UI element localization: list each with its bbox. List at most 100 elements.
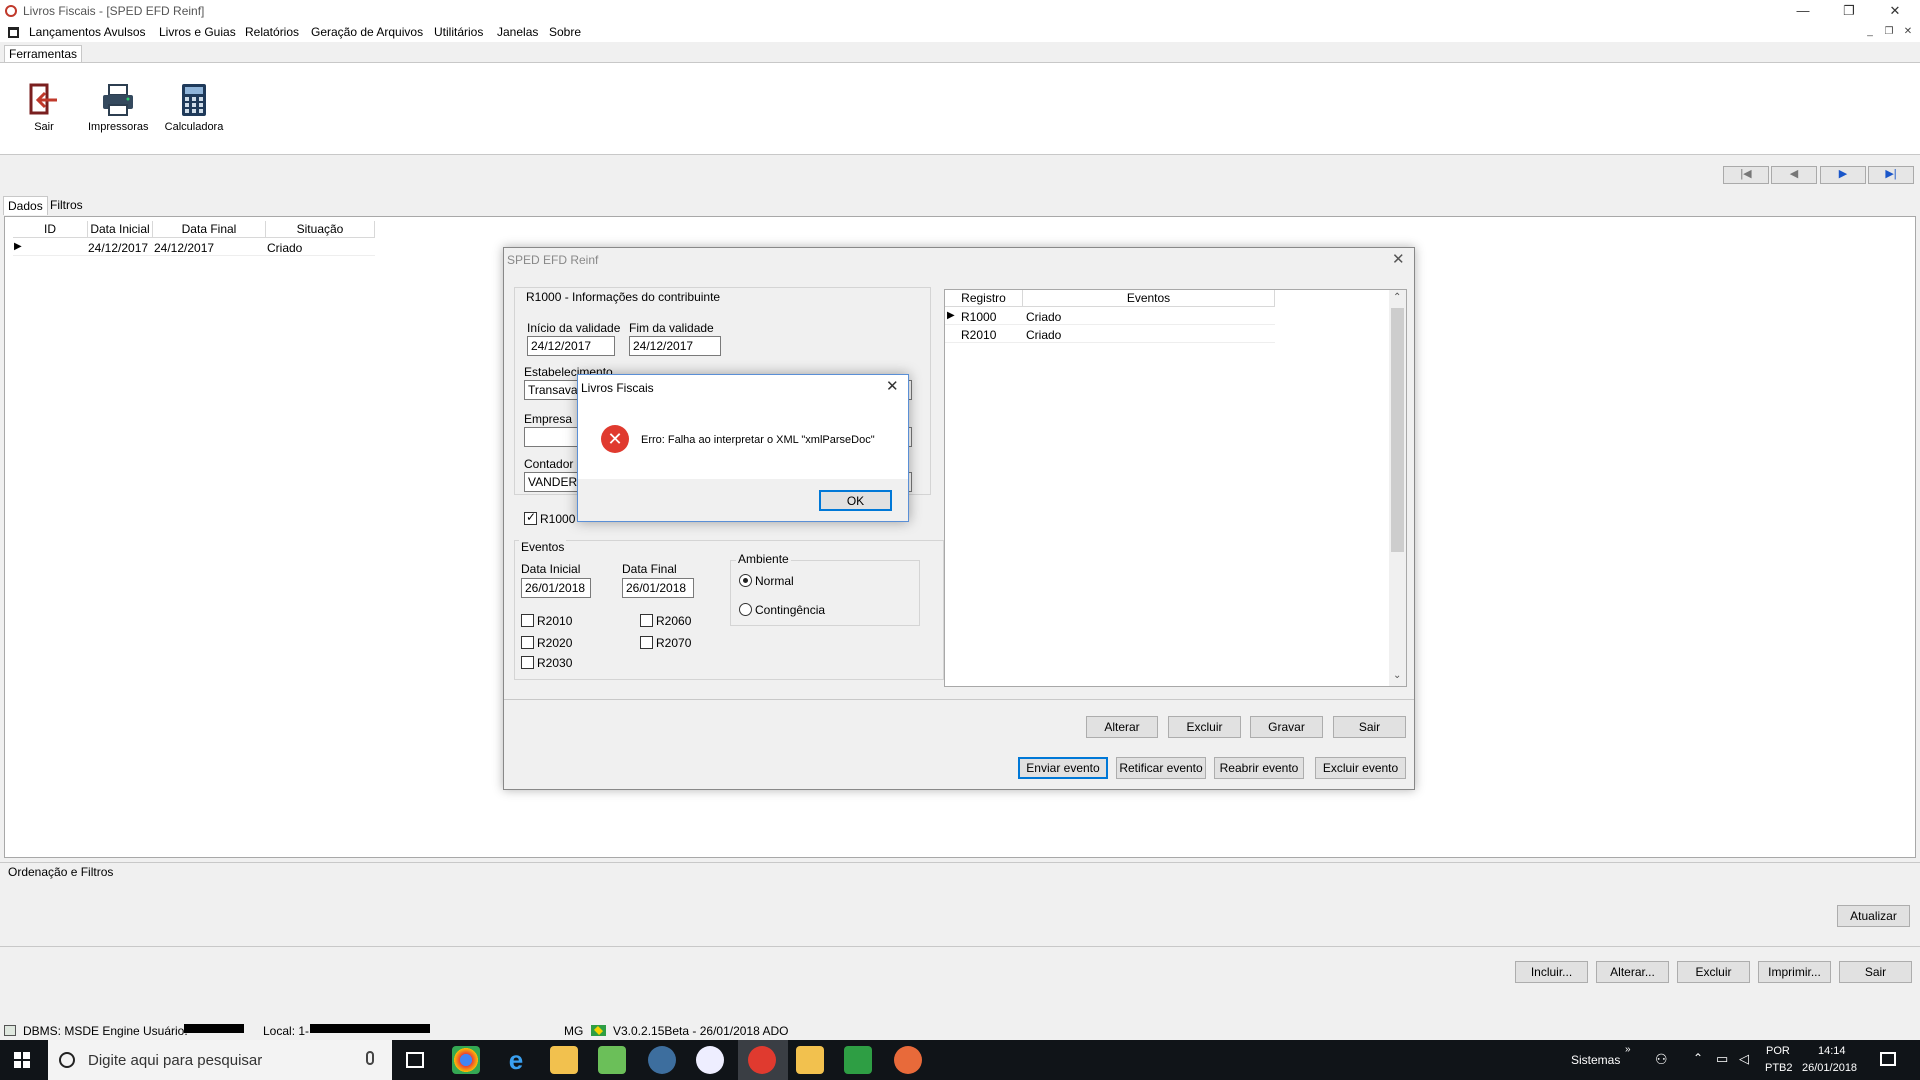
sped-close-icon[interactable]: ✕ <box>1392 250 1405 268</box>
menu-geracao-arquivos[interactable]: Geração de Arquivos <box>311 25 423 39</box>
nav-next-button[interactable]: ▶ <box>1820 166 1866 184</box>
file-explorer-icon[interactable] <box>550 1046 578 1074</box>
event-status: Criado <box>1026 310 1062 324</box>
sair-button[interactable]: Sair <box>1839 961 1912 983</box>
app-chart-icon[interactable] <box>598 1046 626 1074</box>
r1000-checkbox[interactable] <box>524 510 537 525</box>
table-row[interactable]: ▶ 24/12/2017 24/12/2017 Criado <box>13 239 375 256</box>
status-uf: MG <box>564 1024 584 1038</box>
toolbar-expand-icon[interactable]: » <box>1625 1044 1631 1055</box>
msgbox-close-icon[interactable]: ✕ <box>886 377 899 395</box>
retificar-evento-button[interactable]: Retificar evento <box>1116 757 1206 779</box>
menu-livros-guias[interactable]: Livros e Guias <box>159 25 236 39</box>
lang-ptb2[interactable]: PTB2 <box>1765 1062 1793 1074</box>
data-inicial-field[interactable]: 26/01/2018 <box>521 578 591 598</box>
nav-first-button[interactable]: |◀ <box>1723 166 1769 184</box>
mdi-minimize-button[interactable]: _ <box>1863 26 1877 38</box>
network-icon[interactable]: ▭ <box>1716 1051 1728 1067</box>
ambiente-normal-label: Normal <box>755 574 794 588</box>
taskbar-sistemas[interactable]: Sistemas <box>1571 1053 1620 1067</box>
clock-time[interactable]: 14:14 <box>1818 1045 1846 1057</box>
menu-janelas[interactable]: Janelas <box>497 25 538 39</box>
close-button[interactable]: ✕ <box>1872 0 1918 22</box>
eventos-group-label: Eventos <box>519 540 567 554</box>
app-globe-icon[interactable] <box>648 1046 676 1074</box>
system-menu-icon[interactable] <box>8 27 19 38</box>
exit-tool-button[interactable]: Sair <box>14 83 74 133</box>
ok-button[interactable]: OK <box>819 490 892 511</box>
r2030-checkbox[interactable] <box>521 656 534 669</box>
clock-date[interactable]: 26/01/2018 <box>1802 1062 1857 1074</box>
grid-header-situacao[interactable]: Situação <box>266 221 375 238</box>
edge-icon[interactable]: e <box>502 1046 530 1074</box>
lang-por[interactable]: POR <box>1766 1045 1790 1057</box>
microphone-icon[interactable] <box>366 1051 374 1065</box>
ambiente-contingencia-radio[interactable] <box>739 603 752 616</box>
notification-icon[interactable] <box>1880 1052 1896 1066</box>
r2070-checkbox[interactable] <box>640 636 653 649</box>
app-orange-icon[interactable] <box>894 1046 922 1074</box>
livros-fiscais-icon[interactable] <box>748 1046 776 1074</box>
printers-tool-button[interactable]: Impressoras <box>88 83 149 133</box>
excluir-evento-button[interactable]: Excluir evento <box>1315 757 1406 779</box>
scrollbar-thumb[interactable] <box>1391 308 1404 552</box>
restore-button[interactable]: ❐ <box>1826 0 1872 22</box>
task-view-icon[interactable] <box>406 1052 424 1068</box>
enviar-evento-button[interactable]: Enviar evento <box>1018 757 1108 779</box>
sped-gravar-button[interactable]: Gravar <box>1250 716 1323 738</box>
grid-header-data-final[interactable]: Data Final <box>153 221 266 238</box>
r2020-checkbox[interactable] <box>521 636 534 649</box>
tab-filtros[interactable]: Filtros <box>46 196 87 215</box>
scroll-up-icon[interactable]: ⌃ <box>1393 292 1401 303</box>
tray-chevron-icon[interactable]: ⌃ <box>1693 1051 1703 1065</box>
alterar-button[interactable]: Alterar... <box>1596 961 1669 983</box>
menu-lancamentos[interactable]: Lançamentos Avulsos <box>29 25 146 39</box>
sped-alterar-button[interactable]: Alterar <box>1086 716 1158 738</box>
minimize-button[interactable]: — <box>1780 0 1826 22</box>
inicio-validade-field[interactable]: 24/12/2017 <box>527 336 615 356</box>
table-row[interactable]: ▶ R1000 Criado <box>945 308 1275 325</box>
tab-dados[interactable]: Dados <box>3 196 48 215</box>
mdi-close-button[interactable]: ✕ <box>1901 26 1915 38</box>
chrome-icon[interactable] <box>452 1046 480 1074</box>
taskbar-search[interactable]: Digite aqui para pesquisar <box>48 1040 392 1080</box>
reabrir-evento-button[interactable]: Reabrir evento <box>1214 757 1304 779</box>
nav-prev-button[interactable]: ◀ <box>1771 166 1817 184</box>
mdi-restore-button[interactable]: ❐ <box>1882 26 1896 38</box>
r2010-checkbox[interactable] <box>521 614 534 627</box>
data-inicial-label: Data Inicial <box>521 562 581 576</box>
incluir-button[interactable]: Incluir... <box>1515 961 1588 983</box>
volume-icon[interactable]: ◁ <box>1739 1051 1749 1067</box>
events-scrollbar[interactable]: ⌃ ⌄ <box>1389 290 1406 686</box>
grid-header-data-inicial[interactable]: Data Inicial <box>88 221 153 238</box>
ribbon-tab-ferramentas[interactable]: Ferramentas <box>4 45 83 63</box>
msgbox-message: Erro: Falha ao interpretar o XML "xmlPar… <box>641 434 875 446</box>
excluir-button[interactable]: Excluir <box>1677 961 1750 983</box>
grid-header-id[interactable]: ID <box>13 221 88 238</box>
nav-last-button[interactable]: ▶| <box>1868 166 1914 184</box>
sped-sair-button[interactable]: Sair <box>1333 716 1406 738</box>
events-header-eventos[interactable]: Eventos <box>1023 290 1275 307</box>
database-icon <box>4 1025 16 1036</box>
folder-icon[interactable] <box>796 1046 824 1074</box>
ambiente-normal-radio[interactable] <box>739 574 752 587</box>
people-icon[interactable]: ⚇ <box>1655 1051 1668 1068</box>
scroll-down-icon[interactable]: ⌄ <box>1393 670 1401 681</box>
refresh-button[interactable]: Atualizar <box>1837 905 1910 927</box>
app-lens-icon[interactable] <box>696 1046 724 1074</box>
sped-excluir-button[interactable]: Excluir <box>1168 716 1241 738</box>
r2060-checkbox[interactable] <box>640 614 653 627</box>
imprimir-button[interactable]: Imprimir... <box>1758 961 1831 983</box>
windows-start-icon[interactable] <box>14 1052 30 1068</box>
menu-relatorios[interactable]: Relatórios <box>245 25 299 39</box>
fim-validade-field[interactable]: 24/12/2017 <box>629 336 721 356</box>
menu-sobre[interactable]: Sobre <box>549 25 581 39</box>
row-pointer-icon: ▶ <box>14 241 22 252</box>
menu-utilitarios[interactable]: Utilitários <box>434 25 483 39</box>
calculator-tool-button[interactable]: Calculadora <box>164 83 224 133</box>
table-row[interactable]: R2010 Criado <box>945 326 1275 343</box>
cell-data-inicial: 24/12/2017 <box>88 241 149 255</box>
app-green-icon[interactable] <box>844 1046 872 1074</box>
data-final-field[interactable]: 26/01/2018 <box>622 578 694 598</box>
events-header-registro[interactable]: Registro <box>945 290 1023 307</box>
